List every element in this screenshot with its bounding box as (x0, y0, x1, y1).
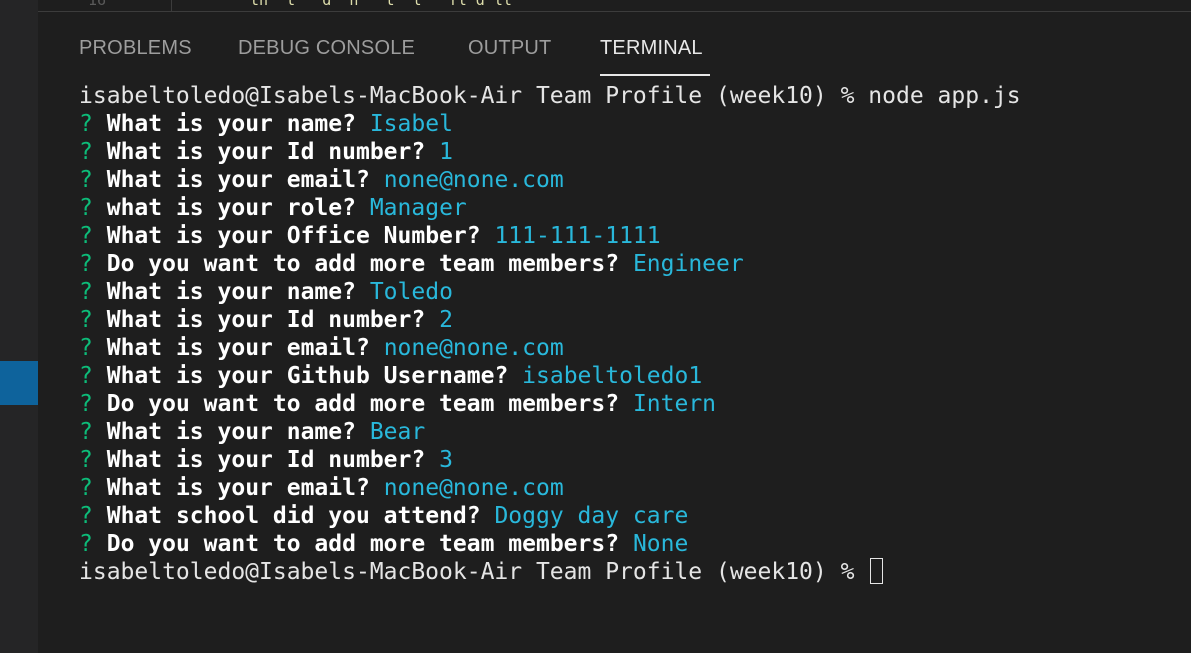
terminal-output[interactable]: isabeltoledo@Isabels-MacBook-Air Team Pr… (79, 82, 1179, 642)
question-text: What is your email? (106, 475, 370, 501)
question-text: What is your Github Username? (106, 363, 509, 389)
terminal-question-line: ? What is your Id number? 2 (79, 306, 1179, 334)
question-text: what is your role? (106, 195, 356, 221)
tab-output[interactable]: OUTPUT (468, 37, 551, 60)
question-text: What is your email? (106, 335, 370, 361)
question-answer: 3 (439, 447, 453, 473)
tab-terminal[interactable]: TERMINAL (600, 37, 703, 60)
panel-tab-bar: PROBLEMS DEBUG CONSOLE OUTPUT TERMINAL (38, 12, 1191, 78)
question-mark: ? (79, 111, 93, 137)
question-answer: Manager (369, 195, 467, 221)
question-answer: None (632, 531, 689, 557)
question-mark: ? (79, 475, 93, 501)
question-text: What is your name? (106, 279, 356, 305)
activity-bar (0, 0, 38, 653)
question-answer: none@none.com (383, 167, 564, 193)
terminal-question-line: ? Do you want to add more team members? … (79, 530, 1179, 558)
question-mark: ? (79, 391, 93, 417)
terminal-question-line: ? What is your Id number? 3 (79, 446, 1179, 474)
question-text: What school did you attend? (106, 503, 481, 529)
terminal-question-line: ? What is your name? Bear (79, 418, 1179, 446)
question-mark: ? (79, 531, 93, 557)
question-mark: ? (79, 363, 93, 389)
active-tab-indicator (600, 74, 710, 76)
terminal-final-prompt-line: isabeltoledo@Isabels-MacBook-Air Team Pr… (79, 557, 1179, 586)
question-answer: Bear (369, 419, 426, 445)
terminal-question-line: ? What is your email? none@none.com (79, 334, 1179, 362)
question-mark: ? (79, 335, 93, 361)
question-mark: ? (79, 279, 93, 305)
question-mark: ? (79, 139, 93, 165)
tab-debug-console[interactable]: DEBUG CONSOLE (238, 37, 415, 60)
question-answer: 2 (439, 307, 453, 333)
question-mark: ? (79, 223, 93, 249)
terminal-question-line: ? What is your Office Number? 111-111-11… (79, 222, 1179, 250)
question-text: What is your Id number? (106, 447, 426, 473)
terminal-command-line: isabeltoledo@Isabels-MacBook-Air Team Pr… (79, 82, 1179, 110)
question-text: Do you want to add more team members? (106, 251, 620, 277)
question-mark: ? (79, 195, 93, 221)
vscode-window: 16 th l d h t l fl d ll PROBLEMS DEBUG C… (0, 0, 1191, 653)
question-text: What is your name? (106, 419, 356, 445)
terminal-question-line: ? What is your name? Isabel (79, 110, 1179, 138)
question-mark: ? (79, 251, 93, 277)
question-mark: ? (79, 419, 93, 445)
command-prompt: isabeltoledo@Isabels-MacBook-Air Team Pr… (79, 83, 1021, 109)
question-text: What is your name? (106, 111, 356, 137)
question-answer: 1 (439, 139, 453, 165)
question-answer: Toledo (369, 279, 453, 305)
terminal-question-line: ? What school did you attend? Doggy day … (79, 502, 1179, 530)
question-answer: 111-111-1111 (494, 223, 661, 249)
terminal-question-line: ? Do you want to add more team members? … (79, 250, 1179, 278)
terminal-question-line: ? What is your name? Toledo (79, 278, 1179, 306)
question-text: What is your email? (106, 167, 370, 193)
question-answer: Intern (632, 391, 717, 417)
editor-line-number: 16 (88, 0, 107, 9)
terminal-question-line: ? What is your email? none@none.com (79, 474, 1179, 502)
editor-code-fragment: th l d h t l fl d ll (250, 0, 512, 9)
terminal-question-line: ? What is your email? none@none.com (79, 166, 1179, 194)
question-answer: isabeltoledo1 (522, 363, 703, 389)
question-text: What is your Office Number? (106, 223, 481, 249)
bottom-panel: PROBLEMS DEBUG CONSOLE OUTPUT TERMINAL i… (38, 12, 1191, 653)
activity-selection-marker (0, 361, 38, 405)
terminal-question-line: ? What is your Github Username? isabelto… (79, 362, 1179, 390)
question-answer: Engineer (632, 251, 744, 277)
question-mark: ? (79, 307, 93, 333)
question-text: Do you want to add more team members? (106, 531, 620, 557)
terminal-question-line: ? what is your role? Manager (79, 194, 1179, 222)
terminal-cursor (870, 557, 884, 584)
question-mark: ? (79, 503, 93, 529)
question-text: What is your Id number? (106, 139, 426, 165)
question-answer: Doggy day care (494, 503, 689, 529)
question-answer: none@none.com (383, 335, 564, 361)
terminal-question-line: ? What is your Id number? 1 (79, 138, 1179, 166)
terminal-question-line: ? Do you want to add more team members? … (79, 390, 1179, 418)
editor-gutter: 16 (38, 0, 172, 11)
question-text: Do you want to add more team members? (106, 391, 620, 417)
final-prompt: isabeltoledo@Isabels-MacBook-Air Team Pr… (79, 559, 869, 585)
question-mark: ? (79, 447, 93, 473)
editor-area-cutoff: 16 th l d h t l fl d ll (38, 0, 1191, 12)
question-answer: none@none.com (383, 475, 564, 501)
question-text: What is your Id number? (106, 307, 426, 333)
tab-problems[interactable]: PROBLEMS (79, 37, 192, 60)
question-mark: ? (79, 167, 93, 193)
question-answer: Isabel (369, 111, 453, 137)
